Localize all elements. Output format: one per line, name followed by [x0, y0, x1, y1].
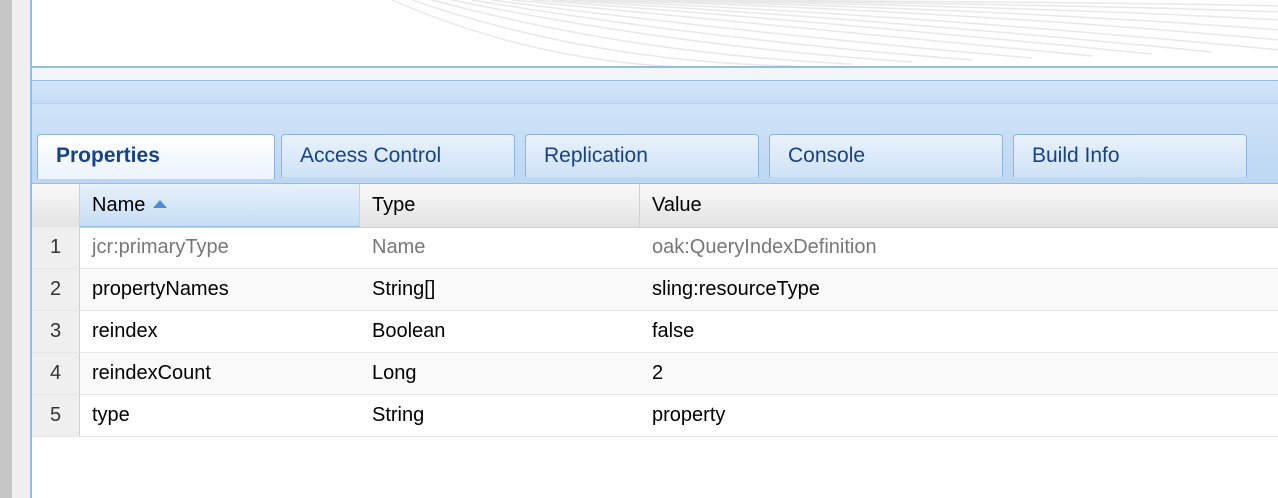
tab-strip: Properties Access Control Replication Co…: [32, 104, 1278, 184]
row-number: 3: [32, 311, 80, 352]
row-number: 2: [32, 269, 80, 310]
tab-replication[interactable]: Replication: [525, 134, 759, 177]
properties-grid: Name Type Value 1 jcr:primaryType Name o…: [32, 184, 1278, 498]
left-splitter[interactable]: [0, 0, 12, 498]
row-number: 4: [32, 353, 80, 394]
content-preview-panel: [30, 0, 1278, 68]
property-value[interactable]: sling:resourceType: [640, 269, 1278, 310]
property-name[interactable]: reindex: [80, 311, 360, 352]
column-header-name-label: Name: [92, 194, 146, 216]
column-header-value-label: Value: [652, 194, 702, 216]
rownumber-header: [32, 184, 80, 227]
left-gutter: [12, 0, 30, 498]
property-value[interactable]: false: [640, 311, 1278, 352]
tab-console[interactable]: Console: [769, 134, 1003, 177]
grid-header: Name Type Value: [32, 184, 1278, 228]
table-row[interactable]: 4 reindexCount Long 2: [32, 353, 1278, 395]
property-name[interactable]: propertyNames: [80, 269, 360, 310]
decorative-background-icon: [391, 0, 1278, 66]
table-row[interactable]: 3 reindex Boolean false: [32, 311, 1278, 353]
property-type[interactable]: String[]: [360, 269, 640, 310]
properties-panel: Properties Access Control Replication Co…: [30, 68, 1278, 498]
table-row[interactable]: 5 type String property: [32, 395, 1278, 437]
property-value[interactable]: 2: [640, 353, 1278, 394]
sort-asc-icon: [153, 199, 168, 208]
panel-header: [32, 81, 1278, 104]
property-type[interactable]: Long: [360, 353, 640, 394]
panel-separator: [32, 68, 1278, 81]
table-row[interactable]: 1 jcr:primaryType Name oak:QueryIndexDef…: [32, 227, 1278, 269]
column-header-type[interactable]: Type: [360, 184, 640, 227]
tab-access-control[interactable]: Access Control: [281, 134, 515, 177]
column-header-value[interactable]: Value: [640, 184, 1278, 227]
row-number: 1: [32, 227, 80, 268]
tab-list: Properties Access Control Replication Co…: [37, 134, 1257, 179]
property-type[interactable]: String: [360, 395, 640, 436]
tab-build-info[interactable]: Build Info: [1013, 134, 1247, 177]
property-value[interactable]: oak:QueryIndexDefinition: [640, 227, 1278, 268]
property-name[interactable]: type: [80, 395, 360, 436]
table-row[interactable]: 2 propertyNames String[] sling:resourceT…: [32, 269, 1278, 311]
property-type[interactable]: Boolean: [360, 311, 640, 352]
property-type[interactable]: Name: [360, 227, 640, 268]
column-header-type-label: Type: [372, 194, 416, 216]
property-name[interactable]: jcr:primaryType: [80, 227, 360, 268]
column-header-name[interactable]: Name: [80, 184, 360, 227]
property-value[interactable]: property: [640, 395, 1278, 436]
row-number: 5: [32, 395, 80, 436]
tab-properties[interactable]: Properties: [37, 134, 275, 179]
property-name[interactable]: reindexCount: [80, 353, 360, 394]
